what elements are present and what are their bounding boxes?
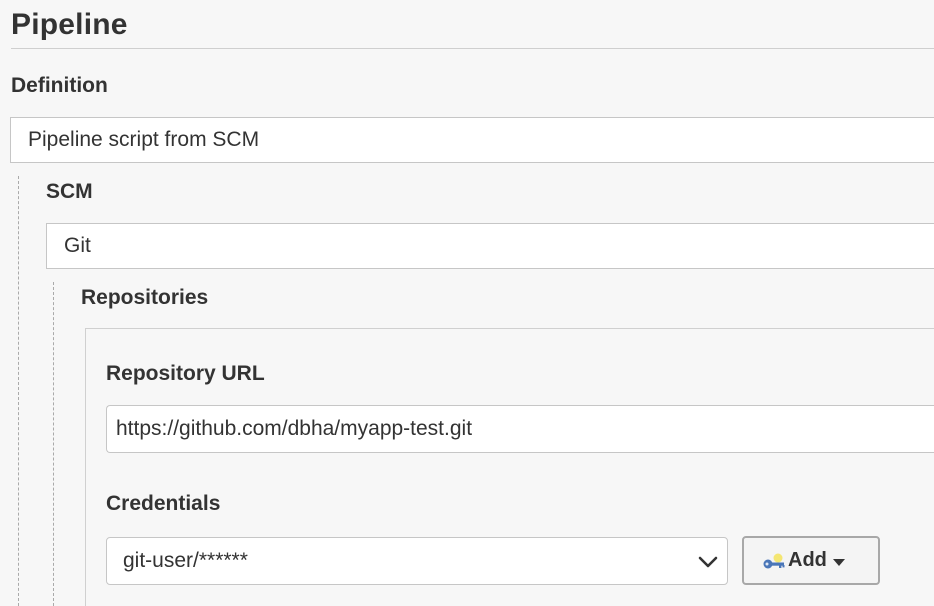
repositories-label: Repositories <box>81 286 209 309</box>
section-divider <box>11 48 934 49</box>
scm-label: SCM <box>46 180 93 203</box>
definition-select-value: Pipeline script from SCM <box>28 128 260 151</box>
repository-url-input[interactable]: https://github.com/dbha/myapp-test.git <box>106 405 934 453</box>
repository-url-value: https://github.com/dbha/myapp-test.git <box>116 417 473 440</box>
repository-url-label: Repository URL <box>106 362 265 385</box>
definition-select[interactable]: Pipeline script from SCM <box>10 117 934 163</box>
key-icon <box>763 553 785 569</box>
pipeline-config-page: Pipeline Definition Pipeline script from… <box>0 0 934 606</box>
scm-select[interactable]: Git <box>46 223 934 269</box>
credentials-select[interactable]: git-user/****** <box>106 537 728 585</box>
credentials-label: Credentials <box>106 492 221 515</box>
add-credentials-button[interactable]: Add <box>742 536 880 585</box>
caret-down-icon <box>833 559 845 566</box>
definition-nest-guide <box>18 176 19 606</box>
scm-select-value: Git <box>64 234 91 257</box>
section-title: Pipeline <box>11 8 128 41</box>
scm-nest-guide <box>53 282 54 606</box>
definition-label: Definition <box>11 74 108 97</box>
add-button-label: Add <box>788 549 827 571</box>
chevron-down-icon <box>698 556 718 568</box>
credentials-select-value: git-user/****** <box>123 549 248 572</box>
